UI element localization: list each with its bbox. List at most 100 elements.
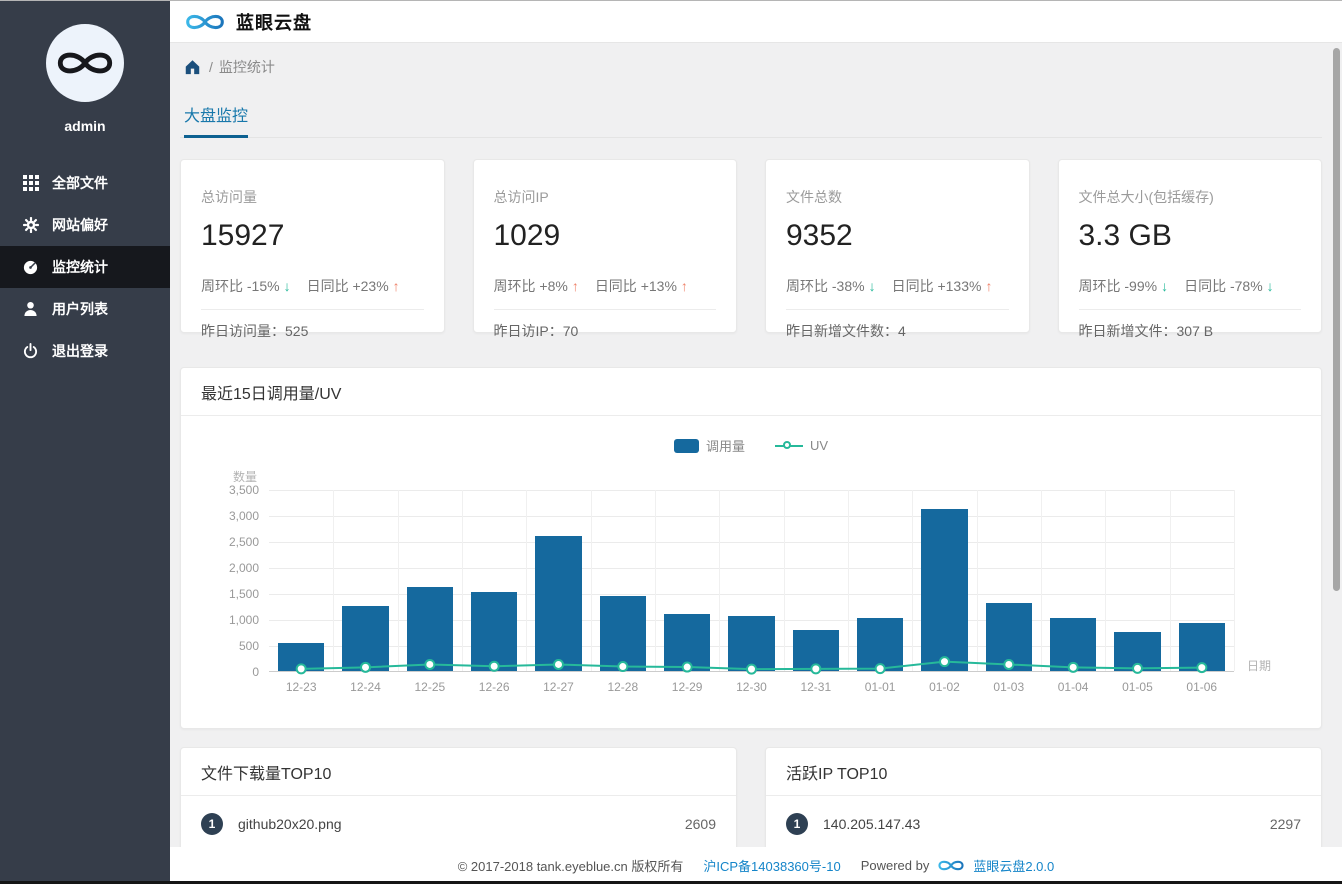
y-tick-label: 2,000 <box>228 561 259 575</box>
sidebar-item-label: 全部文件 <box>52 175 108 191</box>
sidebar: admin 全部文件网站偏好监控统计用户列表退出登录 <box>0 1 170 884</box>
app-title: 蓝眼云盘 <box>236 12 312 33</box>
list-item[interactable]: 1 140.205.147.43 2297 <box>766 796 1321 835</box>
x-axis-name: 日期 <box>1246 659 1271 673</box>
copyright-text: © 2017-2018 tank.eyeblue.cn 版权所有 <box>457 859 684 874</box>
list-item[interactable]: 1 github20x20.png 2609 <box>181 796 736 835</box>
username: admin <box>64 118 106 134</box>
vertical-scrollbar[interactable] <box>1333 48 1340 591</box>
rank-badge: 1 <box>786 813 808 835</box>
uv-point-01-01[interactable] <box>874 663 886 675</box>
uv-point-12-24[interactable] <box>360 661 371 673</box>
week-compare-value: -15% <box>246 278 280 294</box>
stat-compare-row: 周环比 +8% ↑ 日同比 +13% ↑ <box>494 276 717 296</box>
uv-point-12-26[interactable] <box>488 660 500 672</box>
chart-plot: 0 500 1,000 1,500 2,000 2,500 3,000 3,500 <box>229 483 1235 679</box>
day-compare-label: 日同比 <box>891 278 934 294</box>
uv-point-01-03[interactable] <box>1003 658 1015 670</box>
line-legend-swatch <box>774 439 803 453</box>
legend-item-line[interactable]: UV <box>774 438 828 453</box>
avatar[interactable] <box>46 24 124 102</box>
sidebar-item-3[interactable]: 用户列表 <box>0 288 170 330</box>
up-arrow-icon: ↑ <box>571 278 579 294</box>
x-tick-label: 01-06 <box>1186 680 1218 694</box>
x-tick-label: 12-30 <box>736 680 767 694</box>
day-compare-value: +133% <box>937 278 982 294</box>
week-compare-value: -99% <box>1124 278 1158 294</box>
day-compare-value: -78% <box>1229 278 1263 294</box>
x-tick-label: 12-28 <box>607 680 639 694</box>
sidebar-item-1[interactable]: 网站偏好 <box>0 204 170 246</box>
stat-compare-row: 周环比 -99% ↓ 日同比 -78% ↓ <box>1079 276 1302 296</box>
sidebar-item-0[interactable]: 全部文件 <box>0 162 170 204</box>
uv-point-12-27[interactable] <box>553 658 564 670</box>
x-axis-ticks: 12-23 12-24 12-25 12-26 12-27 12-28 12-29 12-30… <box>269 680 1234 694</box>
tabs-bar: 大盘监控 <box>180 102 1322 138</box>
uv-point-12-28[interactable] <box>617 661 629 673</box>
main-area: 蓝眼云盘 / 监控统计 大盘监控 总访问量 15927 周环比 -15% ↓ 日同比 +… <box>170 1 1342 884</box>
up-arrow-icon: ↑ <box>680 278 688 294</box>
rank-badge: 1 <box>201 813 223 835</box>
top-header: 蓝眼云盘 <box>170 1 1342 43</box>
down-arrow-icon: ↓ <box>283 278 291 294</box>
stat-footer-label: 昨日访问量： <box>201 323 285 339</box>
x-tick-label: 12-31 <box>800 680 832 694</box>
list-title: 活跃IP TOP10 <box>766 748 1321 796</box>
y-tick-label: 0 <box>252 665 259 679</box>
stat-footer: 昨日新增文件：307 B <box>1078 309 1301 341</box>
sidebar-profile: admin <box>0 1 170 134</box>
list-item-name: 140.205.147.43 <box>823 816 921 832</box>
uv-point-12-29[interactable] <box>681 661 693 673</box>
uv-point-01-02[interactable] <box>939 656 950 668</box>
sidebar-item-label: 用户列表 <box>52 301 108 317</box>
footer-logo-icon <box>937 857 965 874</box>
breadcrumb: / 监控统计 <box>180 57 1322 77</box>
day-compare-value: +13% <box>640 278 677 294</box>
stat-value: 15927 <box>201 219 285 252</box>
breadcrumb-separator: / <box>209 59 213 75</box>
stat-label: 总访问IP <box>493 189 549 205</box>
day-compare-label: 日同比 <box>1184 278 1227 294</box>
stat-footer-value: 4 <box>898 323 906 339</box>
stat-value: 3.3 GB <box>1078 219 1172 252</box>
x-tick-label: 12-27 <box>543 680 574 694</box>
stat-footer-value: 307 B <box>1176 323 1214 339</box>
page-footer: © 2017-2018 tank.eyeblue.cn 版权所有 沪ICP备14… <box>170 847 1342 884</box>
uv-point-12-23[interactable] <box>295 663 307 675</box>
sidebar-item-label: 监控统计 <box>52 259 108 275</box>
x-tick-label: 12-26 <box>478 680 510 694</box>
chart-card: 最近15日调用量/UV 调用量 UV 数量 0 500 1,000 1,500 … <box>180 367 1322 729</box>
icp-link[interactable]: 沪ICP备14038360号-10 <box>703 856 840 875</box>
chart-area: 数量 0 500 1,000 1,500 2,000 2,500 3,000 3,500 12… <box>181 470 1321 694</box>
list-item-value: 2297 <box>1269 816 1301 832</box>
stat-card-0: 总访问量 15927 周环比 -15% ↓ 日同比 +23% ↑ 昨日访问量：525 <box>180 159 445 339</box>
sidebar-item-2[interactable]: 监控统计 <box>0 246 170 288</box>
legend-item-bar[interactable]: 调用量 <box>673 436 745 455</box>
day-compare-label: 日同比 <box>594 278 637 294</box>
top-lists-row: 文件下载量TOP10 1 github20x20.png 2609 活跃IP TOP10… <box>180 747 1322 847</box>
stat-footer: 昨日访IP：70 <box>493 309 716 341</box>
uv-point-12-30[interactable] <box>746 663 757 675</box>
home-icon[interactable] <box>184 59 201 75</box>
uv-point-01-04[interactable] <box>1067 661 1079 673</box>
sidebar-menu: 全部文件网站偏好监控统计用户列表退出登录 <box>0 162 170 372</box>
tab-dashboard-monitor[interactable]: 大盘监控 <box>184 102 249 138</box>
stat-footer-label: 昨日新增文件： <box>1078 323 1177 339</box>
week-compare-value: -38% <box>831 278 865 294</box>
stat-label: 文件总数 <box>786 189 842 205</box>
down-arrow-icon: ↓ <box>1161 278 1169 294</box>
uv-point-01-05[interactable] <box>1132 662 1143 674</box>
gridline <box>1234 490 1235 671</box>
x-tick-label: 01-05 <box>1122 680 1153 694</box>
sidebar-item-4[interactable]: 退出登录 <box>0 330 170 372</box>
uv-point-12-31[interactable] <box>810 663 822 675</box>
top-list-card-1: 活跃IP TOP10 1 140.205.147.43 2297 <box>765 747 1322 847</box>
app-logo-icon <box>186 14 224 29</box>
product-version-link[interactable]: 蓝眼云盘2.0.0 <box>973 856 1054 875</box>
list-item-value: 2609 <box>684 816 716 832</box>
uv-point-01-06[interactable] <box>1196 662 1208 674</box>
stat-footer: 昨日访问量：525 <box>201 309 424 341</box>
week-compare-label: 周环比 <box>493 278 536 294</box>
uv-point-12-25[interactable] <box>424 658 436 670</box>
breadcrumb-current: 监控统计 <box>218 59 275 75</box>
